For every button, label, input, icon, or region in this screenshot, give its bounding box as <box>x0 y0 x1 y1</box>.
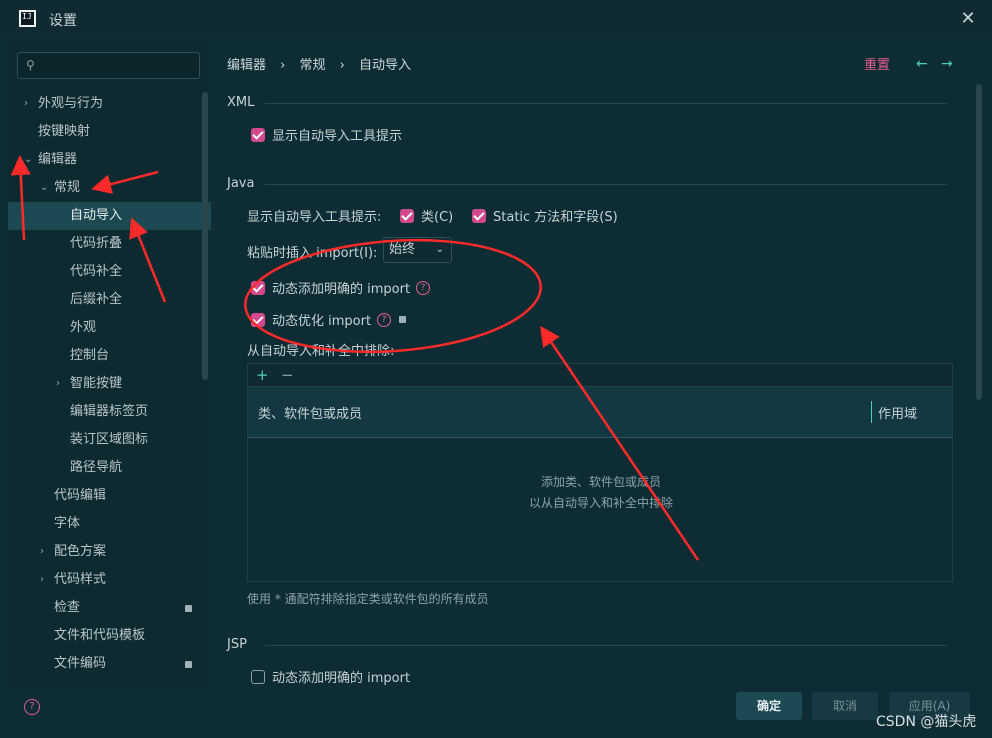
sidebar-item-inspections[interactable]: 检查 <box>54 594 80 622</box>
forward-arrow-icon[interactable]: → <box>941 56 953 72</box>
paste-insert-select[interactable]: 始终 ⌄ <box>383 237 452 263</box>
checkbox-checked-icon <box>472 208 486 223</box>
sidebar-item-file-encodings[interactable]: 文件编码 <box>54 650 106 678</box>
search-input[interactable]: ⚲ <box>17 52 200 79</box>
sidebar-item-editor-tabs[interactable]: 编辑器标签页 <box>70 398 148 426</box>
sidebar-scrollbar[interactable] <box>202 92 208 380</box>
wildcard-hint: 使用 * 通配符排除指定类或软件包的所有成员 <box>247 592 489 606</box>
app-logo-icon: IJ <box>19 10 36 27</box>
help-icon[interactable]: ? <box>24 699 40 715</box>
project-badge-icon <box>399 316 407 323</box>
help-icon[interactable]: ? <box>416 280 431 295</box>
checkbox-checked-icon <box>251 127 265 142</box>
column-header-class[interactable]: 类、软件包或成员 <box>258 403 362 422</box>
content-scrollbar[interactable] <box>976 84 982 400</box>
remove-icon[interactable]: − <box>281 366 294 384</box>
chevron-down-icon: ⌄ <box>24 154 33 165</box>
sidebar-item-code-completion[interactable]: 代码补全 <box>70 258 122 286</box>
sidebar-item-breadcrumbs[interactable]: 路径导航 <box>70 454 122 482</box>
sidebar-item-auto-import[interactable]: 自动导入 <box>70 202 122 230</box>
watermark: CSDN @猫头虎 <box>876 714 977 730</box>
window-title: 设置 <box>49 13 77 29</box>
column-header-scope[interactable]: 作用域 <box>878 403 917 422</box>
exclude-table-body[interactable]: 添加类、软件包或成员 以从自动导入和补全中排除 <box>247 437 953 582</box>
sidebar-item-postfix-completion[interactable]: 后缀补全 <box>70 286 122 314</box>
breadcrumb: 编辑器 › 常规 › 自动导入 <box>227 54 421 73</box>
help-icon[interactable]: ? <box>377 312 392 327</box>
back-arrow-icon[interactable]: ← <box>916 56 928 72</box>
sidebar-item-code-folding[interactable]: 代码折叠 <box>70 230 122 258</box>
chevron-right-icon: › <box>40 574 44 585</box>
divider <box>265 184 947 185</box>
section-title-xml: XML <box>227 95 255 110</box>
java-add-unambiguous-checkbox[interactable]: 动态添加明确的 import ? <box>251 278 431 297</box>
exclude-table-toolbar: + − <box>247 363 953 387</box>
close-icon[interactable]: ✕ <box>958 8 978 30</box>
project-badge-icon <box>185 661 192 668</box>
java-optimize-imports-checkbox[interactable]: 动态优化 import ? <box>251 310 407 329</box>
breadcrumb-item: 常规 <box>299 58 326 73</box>
section-title-jsp: JSP <box>227 637 247 652</box>
chevron-right-icon: › <box>40 546 44 557</box>
chevron-down-icon: ⌄ <box>40 182 49 193</box>
java-show-popup-label: 显示自动导入工具提示: <box>247 210 382 225</box>
empty-table-text: 以从自动导入和补全中排除 <box>528 496 673 510</box>
section-title-java: Java <box>227 176 255 191</box>
search-icon: ⚲ <box>26 58 35 72</box>
ok-button[interactable]: 确定 <box>736 692 802 720</box>
xml-show-popup-checkbox[interactable]: 显示自动导入工具提示 <box>251 125 402 144</box>
checkbox-unchecked-icon <box>251 669 265 684</box>
checkbox-checked-icon <box>251 312 265 327</box>
breadcrumb-item: 编辑器 <box>227 58 267 73</box>
divider <box>265 645 947 646</box>
cancel-button[interactable]: 取消 <box>812 692 878 720</box>
sidebar-item-console[interactable]: 控制台 <box>70 342 109 370</box>
chevron-right-icon: › <box>24 98 28 109</box>
sidebar-item-appearance[interactable]: 外观 <box>70 314 96 342</box>
chevron-down-icon: ⌄ <box>435 244 444 255</box>
breadcrumb-separator-icon: › <box>339 58 345 73</box>
java-static-checkbox[interactable]: Static 方法和字段(S) <box>472 206 618 225</box>
project-badge-icon <box>185 605 192 612</box>
reset-link[interactable]: 重置 <box>864 54 890 73</box>
chevron-right-icon: › <box>56 378 60 389</box>
breadcrumb-separator-icon: › <box>280 58 286 73</box>
divider <box>265 103 947 104</box>
paste-insert-label: 粘贴时插入 import(I): <box>247 246 378 261</box>
jsp-add-unambiguous-checkbox[interactable]: 动态添加明确的 import <box>251 667 410 686</box>
checkbox-checked-icon <box>400 208 414 223</box>
exclude-label: 从自动导入和补全中排除: <box>247 344 395 359</box>
sidebar-item-code-editing[interactable]: 代码编辑 <box>54 482 106 510</box>
add-icon[interactable]: + <box>256 366 269 384</box>
column-divider[interactable] <box>871 401 872 423</box>
sidebar-item-keymap[interactable]: 按键映射 <box>38 118 90 146</box>
java-classes-checkbox[interactable]: 类(C) <box>400 206 453 225</box>
sidebar-item-font[interactable]: 字体 <box>54 510 80 538</box>
exclude-table-header: 类、软件包或成员 作用域 <box>247 387 953 437</box>
sidebar-item-gutter-icons[interactable]: 装订区域图标 <box>70 426 148 454</box>
breadcrumb-item: 自动导入 <box>359 58 412 73</box>
checkbox-checked-icon <box>251 280 265 295</box>
sidebar-item-file-templates[interactable]: 文件和代码模板 <box>54 622 145 650</box>
title-bar: IJ 设置 ✕ <box>0 0 992 38</box>
empty-table-text: 添加类、软件包或成员 <box>540 475 661 489</box>
